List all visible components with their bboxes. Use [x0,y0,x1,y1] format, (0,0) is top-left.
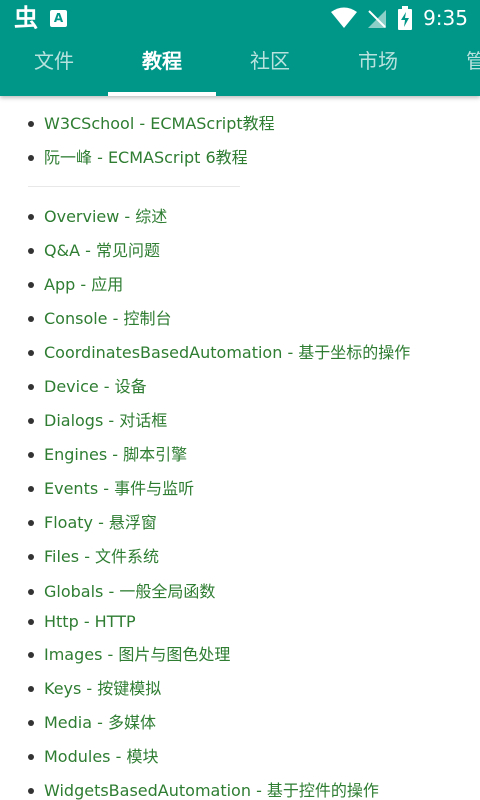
link-text[interactable]: Events - 事件与监听 [44,479,194,498]
list-item[interactable]: W3CSchool - ECMAScript教程 [28,113,275,135]
bullet [28,154,34,161]
tab-community[interactable]: 社区 [216,40,324,96]
link-text[interactable]: Media - 多媒体 [44,713,156,732]
bullet [28,519,34,526]
bullet [28,485,34,492]
list-item[interactable]: App - 应用 [28,274,123,296]
link-text[interactable]: W3CSchool - ECMAScript教程 [44,114,275,133]
link-text[interactable]: Files - 文件系统 [44,547,159,566]
bullet [28,719,34,726]
link-text[interactable]: 阮一峰 - ECMAScript 6教程 [44,148,248,167]
link-text[interactable]: Q&A - 常见问题 [44,241,160,260]
link-text[interactable]: Globals - 一般全局函数 [44,582,215,601]
tab-market[interactable]: 市场 [324,40,432,96]
bullet [28,553,34,560]
bullet [28,588,34,595]
list-item[interactable]: Images - 图片与图色处理 [28,644,230,666]
bullet [28,281,34,288]
bullet [28,451,34,458]
link-text[interactable]: WidgetsBasedAutomation - 基于控件的操作 [44,781,379,800]
app-notification-icon: 虫 [14,4,38,32]
list-item[interactable]: Dialogs - 对话框 [28,410,167,432]
list-item[interactable]: Device - 设备 [28,376,147,398]
tab-files[interactable]: 文件 [0,40,108,96]
list-item[interactable]: Files - 文件系统 [28,546,159,568]
tab-tutorial[interactable]: 教程 [108,40,216,96]
status-bar: 虫 A 9:35 [0,0,480,36]
status-left: 虫 A [14,5,67,31]
tutorial-content[interactable]: W3CSchool - ECMAScript教程 阮一峰 - ECMAScrip… [0,96,480,800]
bullet [28,349,34,356]
list-item[interactable]: Keys - 按键模拟 [28,678,161,700]
list-item[interactable]: Media - 多媒体 [28,712,156,734]
bullet [28,685,34,692]
status-time: 9:35 [423,6,468,30]
link-text[interactable]: Keys - 按键模拟 [44,679,161,698]
bullet [28,787,34,794]
link-text[interactable]: Floaty - 悬浮窗 [44,513,157,532]
link-text[interactable]: CoordinatesBasedAutomation - 基于坐标的操作 [44,343,410,362]
tab-indicator [108,92,216,96]
bullet [28,417,34,424]
battery-charging-icon [398,6,413,30]
list-item[interactable]: Overview - 综述 [28,206,167,228]
link-text[interactable]: Console - 控制台 [44,309,171,328]
bullet [28,213,34,220]
no-signal-icon [368,10,387,28]
bullet [28,753,34,760]
list-item[interactable]: Events - 事件与监听 [28,478,194,500]
link-text[interactable]: Modules - 模块 [44,747,158,766]
link-text[interactable]: Http - HTTP [44,612,136,631]
wifi-icon [331,7,358,28]
list-item[interactable]: WidgetsBasedAutomation - 基于控件的操作 [28,780,379,800]
link-text[interactable]: Images - 图片与图色处理 [44,645,230,664]
bullet [28,120,34,127]
link-text[interactable]: Device - 设备 [44,377,147,396]
list-item[interactable]: CoordinatesBasedAutomation - 基于坐标的操作 [28,342,410,364]
bullet [28,618,34,625]
tab-manage[interactable]: 管 [440,40,480,96]
list-item[interactable]: Floaty - 悬浮窗 [28,512,157,534]
list-item[interactable]: Globals - 一般全局函数 [28,581,215,603]
status-right: 9:35 [331,6,468,30]
app-bar: 虫 A 9:35 文件 教程 社区 市场 管 [0,0,480,96]
a-badge-icon: A [50,9,67,27]
bullet [28,315,34,322]
list-item[interactable]: Engines - 脚本引擎 [28,444,187,466]
list-item[interactable]: Q&A - 常见问题 [28,240,160,262]
bullet [28,383,34,390]
list-item[interactable]: Http - HTTP [28,611,136,633]
list-item[interactable]: Console - 控制台 [28,308,171,330]
list-item[interactable]: 阮一峰 - ECMAScript 6教程 [28,147,248,169]
tab-bar: 文件 教程 社区 市场 管 [0,40,480,96]
link-text[interactable]: Overview - 综述 [44,207,167,226]
link-text[interactable]: App - 应用 [44,275,123,294]
divider [28,186,240,187]
bullet [28,247,34,254]
link-text[interactable]: Dialogs - 对话框 [44,411,167,430]
bullet [28,651,34,658]
list-item[interactable]: Modules - 模块 [28,746,158,768]
link-text[interactable]: Engines - 脚本引擎 [44,445,187,464]
